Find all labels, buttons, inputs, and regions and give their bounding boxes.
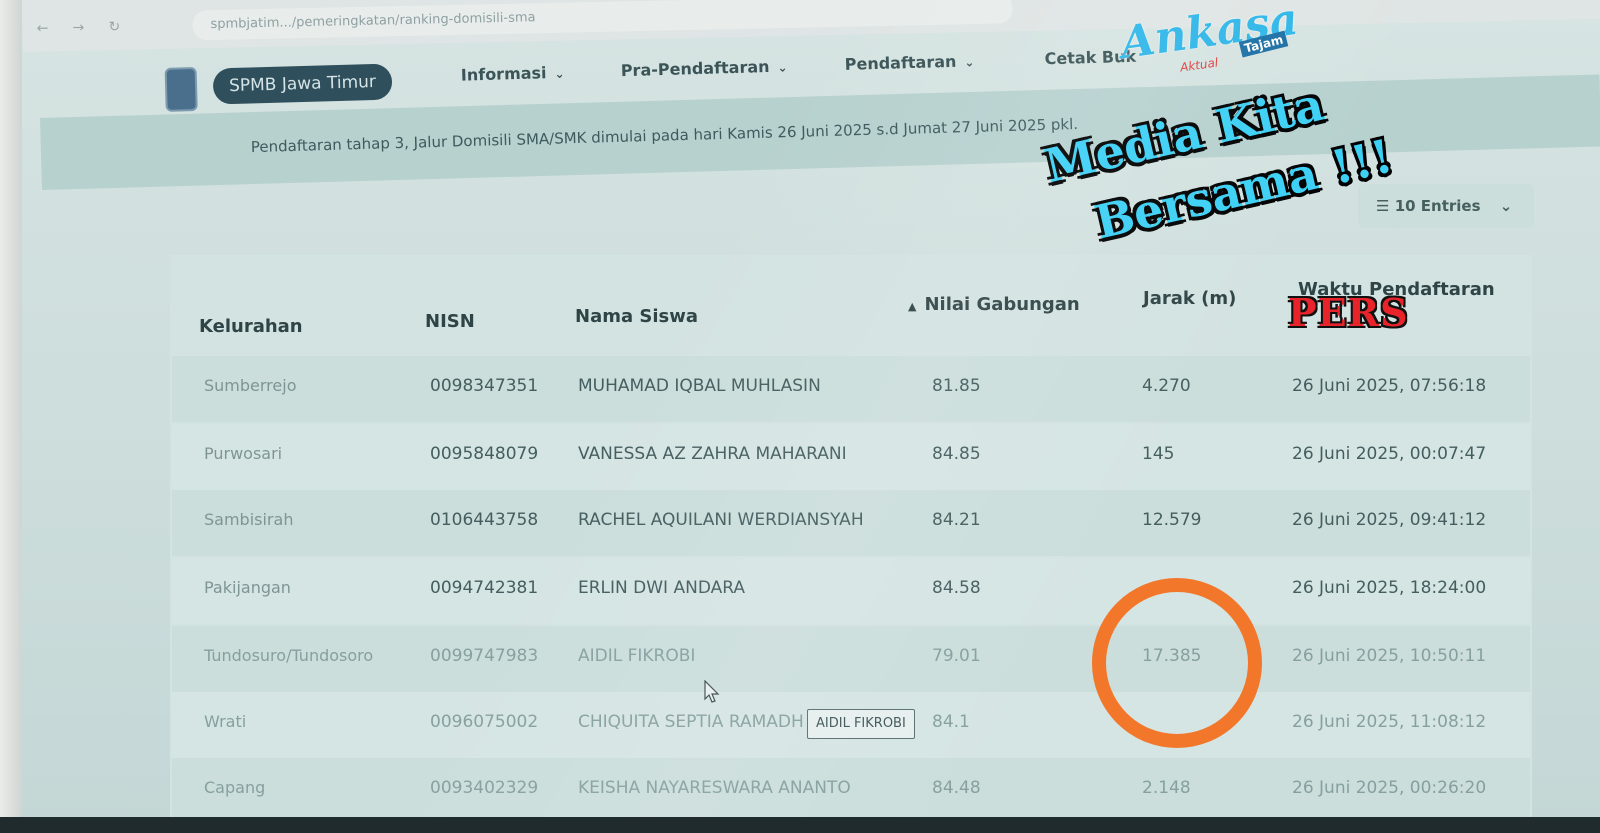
cell-waktu: 26 Juni 2025, 00:26:20 bbox=[1292, 778, 1487, 798]
cell-nilai: 84.21 bbox=[932, 510, 981, 530]
cell-nisn: 0094742381 bbox=[430, 578, 539, 598]
chevron-down-icon: ⌄ bbox=[777, 60, 788, 75]
table-row[interactable]: Pakijangan 0094742381 ERLIN DWI ANDARA 84.5… bbox=[172, 558, 1530, 624]
cell-nilai: 79.01 bbox=[932, 646, 981, 666]
list-icon: ☰ bbox=[1376, 197, 1390, 215]
site-logo[interactable] bbox=[164, 66, 198, 112]
nav-item-label: Informasi bbox=[460, 63, 547, 85]
nav-item-label: Pra-Pendaftaran bbox=[620, 56, 770, 81]
arrow-right-icon[interactable]: → bbox=[72, 20, 86, 36]
cell-kelurahan: Tundosuro/Tundosoro bbox=[204, 646, 374, 665]
nav-item-pendaftaran[interactable]: Pendaftaran ⌄ bbox=[844, 51, 974, 74]
cell-kelurahan: Purwosari bbox=[204, 444, 283, 463]
column-header-label: Nilai Gabungan bbox=[924, 294, 1080, 315]
table-row[interactable]: Purwosari 0095848079 VANESSA AZ ZAHRA MAHA… bbox=[172, 424, 1530, 490]
chevron-down-icon: ⌄ bbox=[1499, 197, 1513, 215]
column-header-nisn[interactable]: NISN bbox=[425, 311, 475, 332]
cell-nilai: 84.1 bbox=[932, 712, 970, 732]
column-header-kelurahan[interactable]: Kelurahan bbox=[199, 316, 303, 337]
cell-waktu: 26 Juni 2025, 18:24:00 bbox=[1292, 578, 1487, 598]
cell-jarak: 145 bbox=[1142, 444, 1175, 464]
cell-nisn: 0099747983 bbox=[430, 646, 539, 666]
reload-icon[interactable]: ↻ bbox=[108, 19, 122, 35]
cell-nilai: 84.58 bbox=[932, 578, 981, 598]
nav-item-label: Pendaftaran bbox=[844, 51, 957, 74]
table-row[interactable]: Sambisirah 0106443758 RACHEL AQUILANI WERD… bbox=[172, 490, 1530, 556]
highlight-circle bbox=[1092, 578, 1262, 748]
monitor-bezel-bottom bbox=[0, 817, 1600, 833]
cell-waktu: 26 Juni 2025, 07:56:18 bbox=[1292, 376, 1487, 396]
cell-waktu: 26 Juni 2025, 10:50:11 bbox=[1292, 646, 1487, 666]
nav-item-informasi[interactable]: Informasi ⌄ bbox=[460, 63, 565, 85]
cell-jarak: 4.270 bbox=[1142, 376, 1191, 396]
watermark-pers-badge: PERS bbox=[1288, 290, 1409, 335]
cell-nama: VANESSA AZ ZAHRA MAHARANI bbox=[578, 444, 847, 464]
tooltip: AIDIL FIKROBI bbox=[807, 709, 915, 739]
cell-nisn: 0106443758 bbox=[430, 510, 539, 530]
arrow-left-icon[interactable]: ← bbox=[36, 20, 50, 36]
cell-waktu: 26 Juni 2025, 00:07:47 bbox=[1292, 444, 1487, 464]
cell-waktu: 26 Juni 2025, 11:08:12 bbox=[1292, 712, 1487, 732]
cell-jarak: 2.148 bbox=[1142, 778, 1191, 798]
cell-nisn: 0096075002 bbox=[430, 712, 539, 732]
table-row[interactable]: Tundosuro/Tundosoro 0099747983 AIDIL FIKRO… bbox=[172, 626, 1530, 692]
chevron-down-icon: ⌄ bbox=[964, 55, 975, 70]
brand-button[interactable]: SPMB Jawa Timur bbox=[212, 63, 393, 105]
cell-kelurahan: Capang bbox=[204, 778, 266, 797]
chevron-down-icon: ⌄ bbox=[554, 66, 565, 81]
cell-nama: CHIQUITA SEPTIA RAMADH bbox=[578, 712, 804, 732]
screen: ← → ↻ spmbjatim.../pemeringkatan/ranking… bbox=[0, 0, 1600, 833]
cell-nama: MUHAMAD IQBAL MUHLASIN bbox=[578, 376, 821, 396]
entries-label: 10 Entries bbox=[1394, 197, 1481, 215]
column-header-nama[interactable]: Nama Siswa bbox=[575, 306, 698, 327]
cell-kelurahan: Sumberrejo bbox=[204, 376, 297, 395]
cell-kelurahan: Wrati bbox=[204, 712, 247, 731]
cell-nama: KEISHA NAYARESWARA ANANTO bbox=[578, 778, 851, 798]
cell-nisn: 0098347351 bbox=[430, 376, 539, 396]
cell-nisn: 0095848079 bbox=[430, 444, 539, 464]
cell-nisn: 0093402329 bbox=[430, 778, 539, 798]
table-row[interactable]: Capang 0093402329 KEISHA NAYARESWARA ANANT… bbox=[172, 758, 1530, 824]
sort-up-icon: ▲ bbox=[908, 300, 917, 313]
cell-nilai: 81.85 bbox=[932, 376, 981, 396]
cell-jarak: 12.579 bbox=[1142, 510, 1202, 530]
cell-kelurahan: Pakijangan bbox=[204, 578, 291, 597]
cell-nama: ERLIN DWI ANDARA bbox=[578, 578, 745, 598]
table-row[interactable]: Sumberrejo 0098347351 MUHAMAD IQBAL MUHLAS… bbox=[172, 356, 1530, 422]
cell-nilai: 84.48 bbox=[932, 778, 981, 798]
mouse-cursor-icon bbox=[704, 680, 720, 703]
cell-nama: AIDIL FIKROBI bbox=[578, 646, 696, 666]
column-header-jarak[interactable]: Jarak (m) bbox=[1143, 288, 1236, 309]
cell-kelurahan: Sambisirah bbox=[204, 510, 294, 529]
entries-select[interactable]: ☰ 10 Entries ⌄ bbox=[1358, 184, 1534, 228]
cell-waktu: 26 Juni 2025, 09:41:12 bbox=[1292, 510, 1487, 530]
nav-item-pra-pendaftaran[interactable]: Pra-Pendaftaran ⌄ bbox=[621, 56, 788, 80]
cell-nama: RACHEL AQUILANI WERDIANSYAH bbox=[578, 510, 864, 530]
monitor-bezel bbox=[0, 0, 22, 833]
column-header-nilai[interactable]: ▲ Nilai Gabungan bbox=[908, 294, 1080, 315]
announcement-text: Pendaftaran tahap 3, Jalur Domisili SMA/… bbox=[250, 115, 1079, 157]
cell-nilai: 84.85 bbox=[932, 444, 981, 464]
